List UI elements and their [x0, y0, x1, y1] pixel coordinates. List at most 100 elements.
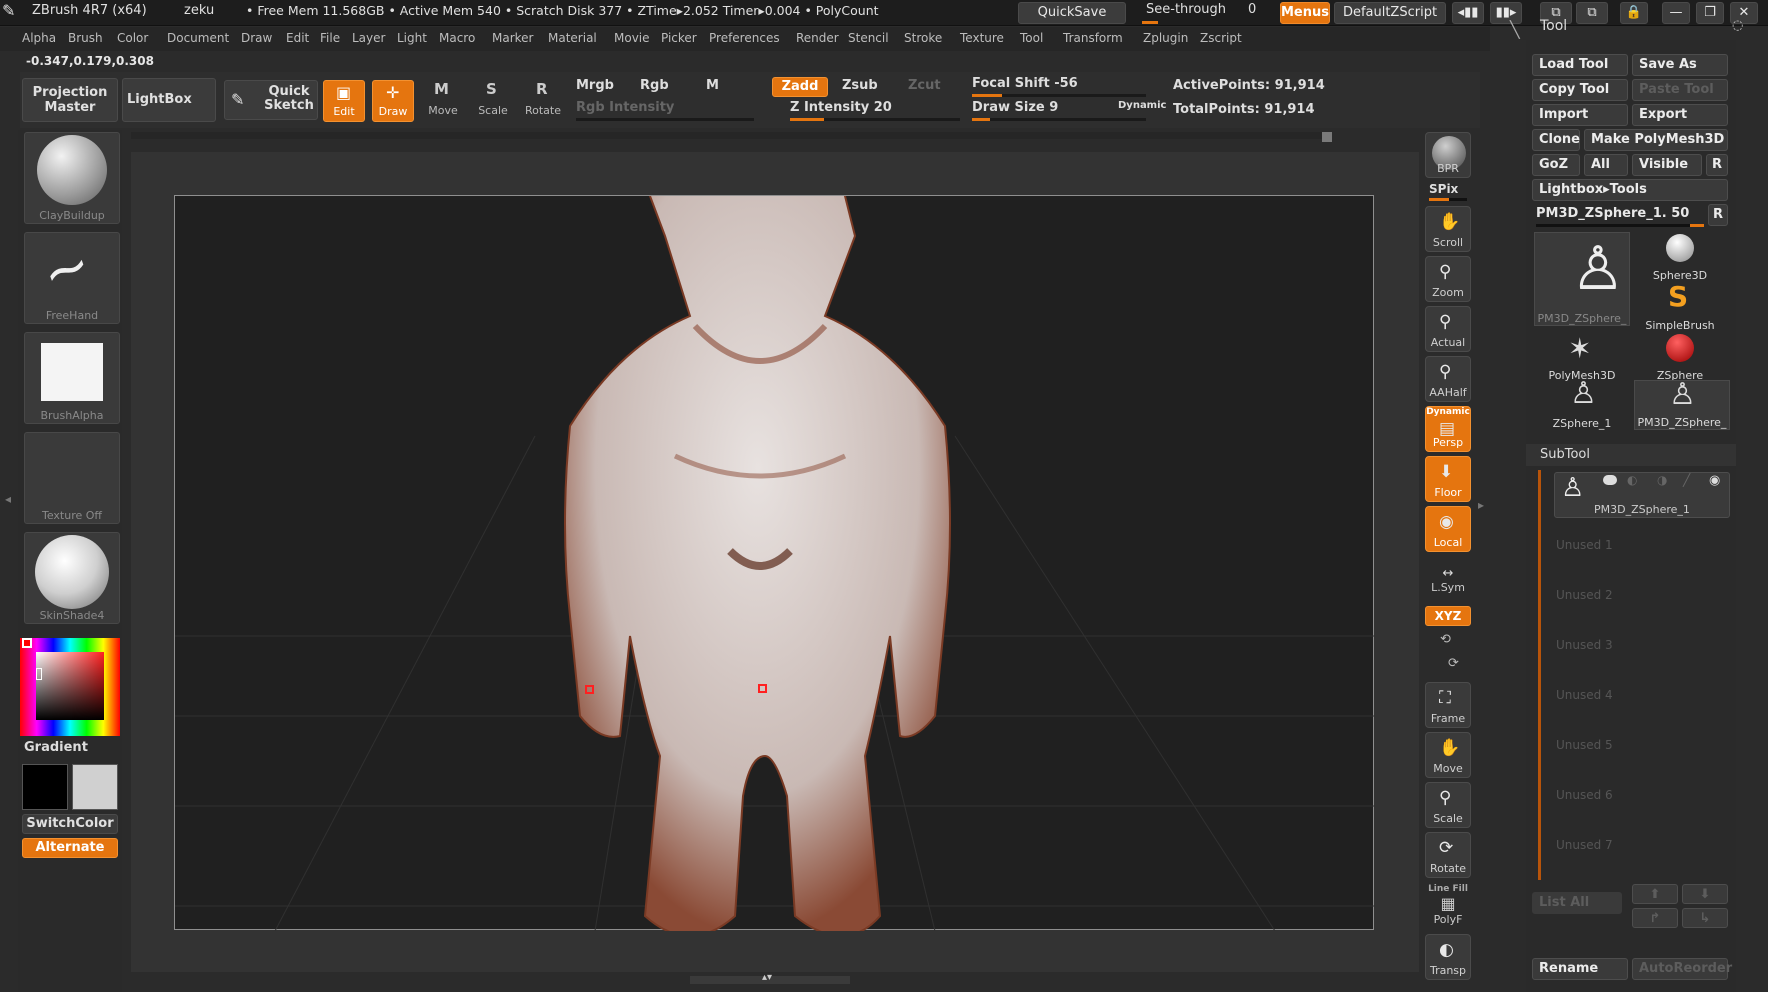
subtool-unused-1[interactable]: Unused 1 — [1556, 538, 1613, 552]
tool-thumb-pm3d[interactable]: ♙ PM3D_ZSphere_ — [1534, 232, 1630, 326]
stroke-selector[interactable]: ~ FreeHand — [24, 231, 120, 324]
menu-light[interactable]: Light — [397, 31, 427, 45]
tool-panel-settings-icon[interactable]: ◌ — [1732, 18, 1743, 33]
rgb-intensity-slider[interactable]: Rgb Intensity — [576, 100, 674, 115]
switchcolor-button[interactable]: SwitchColor — [22, 814, 118, 834]
brush-selector[interactable]: ClayBuildup — [24, 132, 120, 224]
menu-material[interactable]: Material — [548, 31, 597, 45]
subtool-active-item[interactable]: ♙ ◐ ◑ ╱ ◉ PM3D_ZSphere_1 — [1554, 472, 1730, 518]
canvas-area[interactable] — [174, 195, 1375, 931]
goz-all-button[interactable]: All — [1584, 154, 1628, 176]
alpha-selector[interactable]: BrushAlpha — [24, 332, 120, 424]
lsym-button[interactable]: ↔ L.Sym — [1425, 566, 1471, 600]
color-square[interactable] — [36, 652, 104, 720]
main-color-swatch[interactable] — [22, 764, 68, 810]
zoom-button[interactable]: ⚲ Zoom — [1425, 256, 1471, 302]
zsub-button[interactable]: Zsub — [842, 78, 878, 93]
zcut-button[interactable]: Zcut — [908, 78, 941, 93]
polyf-button[interactable]: Line Fill ▦ PolyF — [1425, 884, 1471, 930]
load-tool-button[interactable]: Load Tool — [1532, 54, 1628, 76]
move-button[interactable]: M Move — [422, 80, 464, 122]
menu-alpha[interactable]: Alpha — [22, 31, 56, 45]
menu-preferences[interactable]: Preferences — [709, 31, 780, 45]
rename-button[interactable]: Rename — [1532, 958, 1628, 980]
projection-master-button[interactable]: Projection Master — [22, 78, 118, 122]
subtool-unused-7[interactable]: Unused 7 — [1556, 838, 1613, 852]
tool-zsphere[interactable]: ZSphere — [1632, 332, 1728, 382]
lock-icon[interactable]: 🔒 — [1620, 2, 1648, 24]
right-collapse-icon[interactable]: ▸ — [1478, 498, 1484, 512]
dynamic-toggle[interactable]: Dynamic — [1118, 100, 1166, 111]
menu-file[interactable]: File — [320, 31, 340, 45]
z-intensity-slider[interactable]: Z Intensity 20 — [790, 100, 892, 115]
goz-r-button[interactable]: R — [1706, 154, 1728, 176]
shelf-scale-button[interactable]: ⚲ Scale — [1425, 782, 1471, 828]
subtool-header[interactable]: SubTool — [1526, 444, 1736, 466]
menu-stencil[interactable]: Stencil — [848, 31, 889, 45]
menu-marker[interactable]: Marker — [492, 31, 533, 45]
menu-macro[interactable]: Macro — [439, 31, 475, 45]
subtool-polypaint-icon[interactable]: ◑ — [1657, 473, 1667, 487]
menu-picker[interactable]: Picker — [661, 31, 697, 45]
menu-brush[interactable]: Brush — [68, 31, 103, 45]
layout-prev-icon[interactable]: ◂▮▮ — [1452, 2, 1484, 24]
goz-visible-button[interactable]: Visible — [1632, 154, 1702, 176]
alternate-button[interactable]: Alternate — [22, 838, 118, 858]
list-all-button[interactable]: List All — [1532, 892, 1622, 914]
paste-tool-button[interactable]: Paste Tool — [1632, 79, 1728, 101]
texture-selector[interactable]: Texture Off — [24, 432, 120, 524]
zadd-button[interactable]: Zadd — [772, 77, 828, 97]
tray-arrows-icon[interactable]: ▴▾ — [762, 972, 772, 983]
actual-button[interactable]: ⚲ Actual — [1425, 306, 1471, 352]
secondary-color-swatch[interactable] — [72, 764, 118, 810]
subtool-unused-3[interactable]: Unused 3 — [1556, 638, 1613, 652]
move-down-icon[interactable]: ⬇ — [1682, 884, 1728, 904]
lightbox-button[interactable]: LightBox — [122, 78, 216, 122]
menu-edit[interactable]: Edit — [286, 31, 309, 45]
focal-shift-slider[interactable]: Focal Shift -56 — [972, 76, 1078, 91]
shelf-move-button[interactable]: ✋ Move — [1425, 732, 1471, 778]
left-collapse-icon[interactable]: ◂ — [5, 492, 11, 506]
arrow-down-right-icon[interactable]: ↳ — [1682, 908, 1728, 928]
menu-layer[interactable]: Layer — [352, 31, 385, 45]
aahalf-button[interactable]: ⚲ AAHalf — [1425, 356, 1471, 402]
subtool-unused-6[interactable]: Unused 6 — [1556, 788, 1613, 802]
rotate-button[interactable]: R Rotate — [522, 80, 564, 122]
tool-pm3d-2[interactable]: ♙ PM3D_ZSphere_ — [1634, 377, 1730, 430]
menu-stroke[interactable]: Stroke — [904, 31, 942, 45]
hue-marker[interactable] — [22, 638, 32, 648]
menu-zscript[interactable]: Zscript — [1200, 31, 1242, 45]
arrow-up-right-icon[interactable]: ↱ — [1632, 908, 1678, 928]
edit-button[interactable]: ▣ Edit — [323, 80, 365, 122]
tool-zsphere-1[interactable]: ♙ ZSphere_1 — [1534, 376, 1630, 430]
mrgb-button[interactable]: Mrgb — [576, 78, 614, 93]
menu-transform[interactable]: Transform — [1063, 31, 1123, 45]
rgb-button[interactable]: Rgb — [640, 78, 669, 93]
xyz-button[interactable]: XYZ — [1425, 606, 1471, 626]
clone-button[interactable]: Clone — [1532, 129, 1580, 151]
subtool-toggle-icon[interactable] — [1603, 475, 1617, 485]
timeline-strip[interactable] — [131, 132, 1331, 139]
rotate-y-icon[interactable]: ⟲ — [1440, 632, 1451, 647]
menu-draw[interactable]: Draw — [241, 31, 272, 45]
frame-button[interactable]: ⛶ Frame — [1425, 682, 1471, 728]
subtool-scrollbar[interactable] — [1538, 470, 1541, 880]
save-as-button[interactable]: Save As — [1632, 54, 1728, 76]
color-marker[interactable] — [36, 668, 42, 680]
menus-button[interactable]: Menus — [1280, 2, 1330, 24]
draw-button[interactable]: ✛ Draw — [372, 80, 414, 122]
subtool-unused-5[interactable]: Unused 5 — [1556, 738, 1613, 752]
default-zscript-button[interactable]: DefaultZScript — [1334, 2, 1446, 24]
transp-button[interactable]: ◐ Transp — [1425, 934, 1471, 980]
rotate-z-icon[interactable]: ⟳ — [1448, 656, 1459, 671]
tool-sphere3d[interactable]: Sphere3D — [1632, 232, 1728, 282]
quick-sketch-button[interactable]: ✎ Quick Sketch — [224, 80, 318, 120]
menu-render[interactable]: Render — [796, 31, 839, 45]
subtool-unused-2[interactable]: Unused 2 — [1556, 588, 1613, 602]
shelf-rotate-button[interactable]: ⟳ Rotate — [1425, 832, 1471, 878]
minimize-icon[interactable]: — — [1662, 2, 1690, 24]
timeline-marker[interactable] — [1322, 132, 1332, 142]
copy-tool-button[interactable]: Copy Tool — [1532, 79, 1628, 101]
color-picker[interactable] — [20, 638, 120, 736]
draw-size-slider[interactable]: Draw Size 9 — [972, 100, 1058, 115]
